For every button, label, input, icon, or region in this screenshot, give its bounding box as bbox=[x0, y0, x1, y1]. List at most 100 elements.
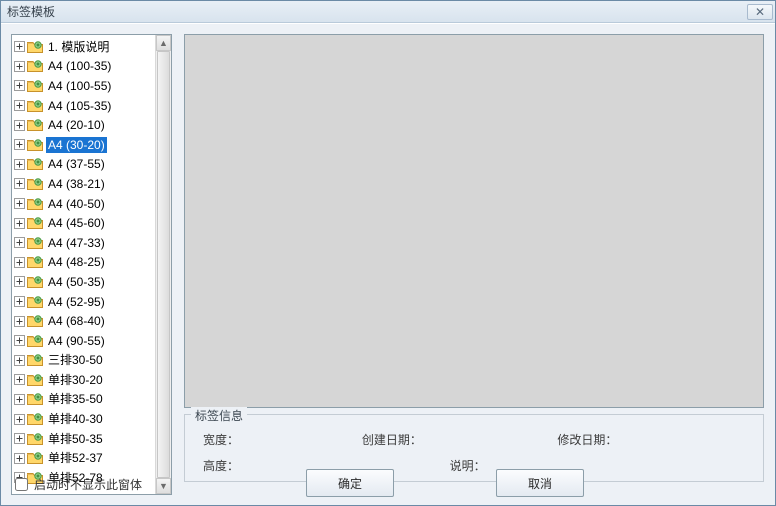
expand-icon[interactable] bbox=[14, 218, 25, 229]
expand-icon[interactable] bbox=[14, 139, 25, 150]
tree-node-label: A4 (105-35) bbox=[46, 98, 113, 114]
expand-icon[interactable] bbox=[14, 80, 25, 91]
tree-node-label: 单排30-20 bbox=[46, 372, 105, 388]
folder-icon bbox=[27, 138, 43, 152]
tree-node[interactable]: A4 (37-55) bbox=[14, 155, 155, 175]
expand-icon[interactable] bbox=[14, 433, 25, 444]
tree-node[interactable]: A4 (45-60) bbox=[14, 213, 155, 233]
tree-node[interactable]: A4 (100-35) bbox=[14, 57, 155, 77]
startup-hide-checkbox-input[interactable] bbox=[15, 478, 28, 491]
expand-icon[interactable] bbox=[14, 237, 25, 248]
folder-icon bbox=[27, 412, 43, 426]
folder-icon bbox=[27, 177, 43, 191]
expand-icon[interactable] bbox=[14, 159, 25, 170]
folder-icon bbox=[27, 314, 43, 328]
folder-icon bbox=[27, 79, 43, 93]
expand-icon[interactable] bbox=[14, 453, 25, 464]
tree-node[interactable]: 单排35-50 bbox=[14, 390, 155, 410]
close-button[interactable]: ✕ bbox=[747, 4, 773, 20]
tree-node-label: A4 (47-33) bbox=[46, 235, 107, 251]
expand-icon[interactable] bbox=[14, 394, 25, 405]
folder-icon bbox=[27, 236, 43, 250]
startup-hide-checkbox-label: 启动时不显示此窗体 bbox=[34, 476, 142, 493]
expand-icon[interactable] bbox=[14, 61, 25, 72]
template-preview-area bbox=[184, 34, 764, 408]
tree-node[interactable]: A4 (50-35) bbox=[14, 272, 155, 292]
tree-node[interactable]: A4 (38-21) bbox=[14, 174, 155, 194]
tree-node[interactable]: A4 (90-55) bbox=[14, 331, 155, 351]
expand-icon[interactable] bbox=[14, 41, 25, 52]
tree-node[interactable]: A4 (52-95) bbox=[14, 292, 155, 312]
expand-icon[interactable] bbox=[14, 374, 25, 385]
tree-node-label: A4 (68-40) bbox=[46, 313, 107, 329]
expand-icon[interactable] bbox=[14, 316, 25, 327]
scroll-track[interactable] bbox=[156, 51, 171, 478]
tree-node[interactable]: 1. 模版说明 bbox=[14, 37, 155, 57]
tree-node-label: 单排50-35 bbox=[46, 431, 105, 447]
folder-icon bbox=[27, 216, 43, 230]
tree-node[interactable]: 三排30-50 bbox=[14, 351, 155, 371]
tree-scrollbar[interactable]: ▲ ▼ bbox=[155, 35, 171, 494]
expand-icon[interactable] bbox=[14, 414, 25, 425]
expand-icon[interactable] bbox=[14, 355, 25, 366]
tree-node-label: A4 (100-35) bbox=[46, 58, 113, 74]
folder-icon bbox=[27, 99, 43, 113]
tree-node-label: A4 (38-21) bbox=[46, 176, 107, 192]
tree-node[interactable]: A4 (105-35) bbox=[14, 96, 155, 116]
folder-icon bbox=[27, 392, 43, 406]
folder-icon bbox=[27, 118, 43, 132]
tree-node-label: 单排40-30 bbox=[46, 411, 105, 427]
tree-node[interactable]: A4 (100-55) bbox=[14, 76, 155, 96]
expand-icon[interactable] bbox=[14, 178, 25, 189]
tree-node-label: A4 (90-55) bbox=[46, 333, 107, 349]
expand-icon[interactable] bbox=[14, 296, 25, 307]
dialog-body: 1. 模版说明 A4 (100-35) A4 (100-55) A4 (105-35)… bbox=[1, 23, 775, 505]
tree-node[interactable]: A4 (68-40) bbox=[14, 311, 155, 331]
tree-node-label: 三排30-50 bbox=[46, 352, 105, 368]
expand-icon[interactable] bbox=[14, 257, 25, 268]
folder-icon bbox=[27, 157, 43, 171]
tree-node-label: A4 (40-50) bbox=[46, 196, 107, 212]
template-tree[interactable]: 1. 模版说明 A4 (100-35) A4 (100-55) A4 (105-35)… bbox=[12, 35, 155, 494]
tree-node-label: A4 (52-95) bbox=[46, 294, 107, 310]
scroll-up-button[interactable]: ▲ bbox=[156, 35, 171, 51]
folder-icon bbox=[27, 59, 43, 73]
modify-date-label: 修改日期： bbox=[557, 431, 673, 448]
info-row-2: 高度： 说明： bbox=[203, 455, 753, 475]
expand-icon[interactable] bbox=[14, 276, 25, 287]
tree-node[interactable]: A4 (20-10) bbox=[14, 115, 155, 135]
tree-node[interactable]: 单排50-35 bbox=[14, 429, 155, 449]
tree-node[interactable]: A4 (30-20) bbox=[14, 135, 155, 155]
dialog-window: 标签模板 ✕ 1. 模版说明 A4 (100-35) A4 (100-55) A4 (… bbox=[0, 0, 776, 506]
tree-node-label: A4 (48-25) bbox=[46, 254, 107, 270]
tree-node-label: 单排52-37 bbox=[46, 450, 105, 466]
tree-node[interactable]: 单排30-20 bbox=[14, 370, 155, 390]
tree-node-label: 1. 模版说明 bbox=[46, 39, 111, 55]
expand-icon[interactable] bbox=[14, 100, 25, 111]
tree-node-label: A4 (45-60) bbox=[46, 215, 107, 231]
tree-node[interactable]: 单排52-37 bbox=[14, 448, 155, 468]
tree-node-label: A4 (50-35) bbox=[46, 274, 107, 290]
folder-icon bbox=[27, 451, 43, 465]
tree-node[interactable]: A4 (48-25) bbox=[14, 253, 155, 273]
tree-node-label: 单排35-50 bbox=[46, 391, 105, 407]
tree-node[interactable]: A4 (40-50) bbox=[14, 194, 155, 214]
folder-icon bbox=[27, 295, 43, 309]
scroll-thumb[interactable] bbox=[157, 51, 170, 478]
expand-icon[interactable] bbox=[14, 120, 25, 131]
template-tree-panel: 1. 模版说明 A4 (100-35) A4 (100-55) A4 (105-35)… bbox=[11, 34, 172, 495]
tree-node-label: A4 (30-20) bbox=[46, 137, 107, 153]
startup-hide-checkbox[interactable]: 启动时不显示此窗体 bbox=[15, 476, 142, 493]
folder-icon bbox=[27, 373, 43, 387]
scroll-down-button[interactable]: ▼ bbox=[156, 478, 171, 494]
folder-icon bbox=[27, 255, 43, 269]
title-bar: 标签模板 ✕ bbox=[1, 1, 775, 23]
ok-button[interactable]: 确定 bbox=[306, 469, 394, 497]
tree-node[interactable]: 单排40-30 bbox=[14, 409, 155, 429]
cancel-button[interactable]: 取消 bbox=[496, 469, 584, 497]
expand-icon[interactable] bbox=[14, 198, 25, 209]
folder-icon bbox=[27, 275, 43, 289]
folder-icon bbox=[27, 197, 43, 211]
expand-icon[interactable] bbox=[14, 335, 25, 346]
tree-node[interactable]: A4 (47-33) bbox=[14, 233, 155, 253]
